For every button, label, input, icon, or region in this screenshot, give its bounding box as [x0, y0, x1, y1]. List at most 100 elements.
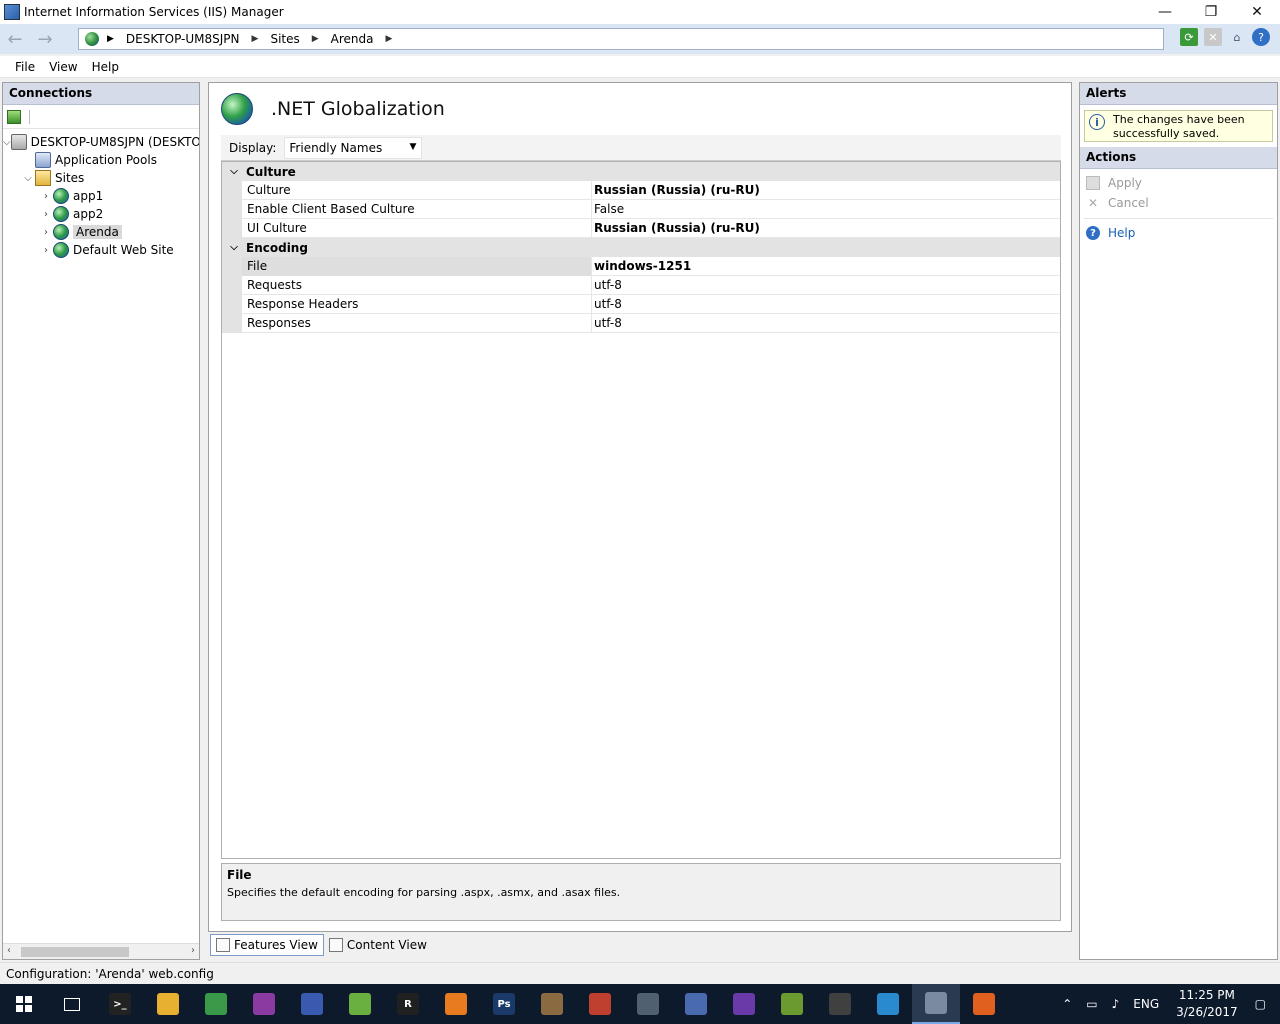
tree-item-app2[interactable]: › app2: [3, 205, 199, 223]
menu-file[interactable]: File: [8, 60, 42, 74]
breadcrumb-label: Sites: [270, 32, 300, 46]
breadcrumb-separator[interactable]: ▶: [107, 34, 114, 44]
close-button[interactable]: ✕: [1234, 0, 1280, 24]
taskbar-app-cmd[interactable]: >_: [96, 984, 144, 1024]
taskbar-app-browser-blue[interactable]: [864, 984, 912, 1024]
horizontal-scrollbar[interactable]: ‹ ›: [3, 943, 199, 959]
property-value[interactable]: windows-1251: [592, 259, 691, 273]
help-action[interactable]: ? Help: [1080, 223, 1277, 243]
expand-icon[interactable]: ›: [39, 227, 53, 238]
chevron-right-icon[interactable]: ▶: [252, 34, 259, 44]
property-row[interactable]: Responses utf-8: [222, 313, 1060, 333]
tab-features-view[interactable]: Features View: [210, 934, 324, 956]
display-label: Display:: [229, 140, 277, 155]
taskbar-app-infinity[interactable]: [672, 984, 720, 1024]
property-row[interactable]: Requests utf-8: [222, 275, 1060, 295]
menu-view[interactable]: View: [42, 60, 84, 74]
stop-icon[interactable]: ✕: [1204, 28, 1222, 46]
taskbar-app-blender[interactable]: [432, 984, 480, 1024]
collapse-icon[interactable]: ⌵: [222, 166, 246, 177]
taskbar-app-visual-studio[interactable]: [720, 984, 768, 1024]
collapse-icon[interactable]: ⌵: [222, 242, 246, 253]
taskbar-app-calendar[interactable]: [816, 984, 864, 1024]
taskbar-app-notepad[interactable]: [288, 984, 336, 1024]
expand-icon[interactable]: ›: [39, 191, 53, 202]
taskbar-app-tools[interactable]: [624, 984, 672, 1024]
property-row[interactable]: Response Headers utf-8: [222, 294, 1060, 314]
group-culture[interactable]: ⌵ Culture: [222, 162, 1060, 181]
menu-bar: File View Help: [0, 56, 1280, 78]
property-value[interactable]: utf-8: [592, 278, 622, 292]
taskbar-app-notepad-plus[interactable]: [336, 984, 384, 1024]
property-value[interactable]: Russian (Russia) (ru-RU): [592, 183, 760, 197]
tree-item-default-web-site[interactable]: › Default Web Site: [3, 241, 199, 259]
property-row[interactable]: Culture Russian (Russia) (ru-RU): [222, 180, 1060, 200]
apply-label: Apply: [1108, 176, 1142, 190]
group-encoding[interactable]: ⌵ Encoding: [222, 238, 1060, 257]
taskbar-app-explorer[interactable]: [144, 984, 192, 1024]
scrollbar-thumb[interactable]: [21, 947, 129, 957]
taskbar-app-gimp[interactable]: [528, 984, 576, 1024]
volume-icon[interactable]: ♪: [1112, 997, 1120, 1011]
apply-action[interactable]: Apply: [1080, 173, 1277, 193]
collapse-icon[interactable]: ⌵: [21, 173, 35, 184]
language-indicator[interactable]: ENG: [1133, 997, 1159, 1011]
property-value[interactable]: False: [592, 202, 624, 216]
expand-icon[interactable]: ›: [39, 245, 53, 256]
notifications-icon[interactable]: ▢: [1255, 997, 1266, 1011]
display-select[interactable]: Friendly Names ▼: [284, 136, 423, 159]
collapse-icon[interactable]: ⌵: [3, 137, 11, 148]
property-row-selected[interactable]: File windows-1251: [222, 256, 1060, 276]
restore-button[interactable]: ❐: [1188, 0, 1234, 24]
taskbar-app-chrome[interactable]: [192, 984, 240, 1024]
taskbar-app-iis-manager[interactable]: [912, 984, 960, 1024]
taskbar-apps: >_ R Ps: [96, 984, 1008, 1024]
chrome-icon: [205, 993, 227, 1015]
connections-toolbar: [3, 105, 199, 129]
chevron-right-icon[interactable]: ▶: [312, 34, 319, 44]
chevron-right-icon[interactable]: ▶: [386, 34, 393, 44]
chevron-up-icon[interactable]: ⌃: [1062, 997, 1072, 1011]
property-name: Culture: [242, 180, 592, 200]
cancel-action[interactable]: ✕ Cancel: [1080, 193, 1277, 213]
minimize-button[interactable]: —: [1142, 0, 1188, 24]
cancel-label: Cancel: [1108, 196, 1149, 210]
clock[interactable]: 11:25 PM 3/26/2017: [1176, 987, 1238, 1021]
taskbar-app-firefox[interactable]: [960, 984, 1008, 1024]
refresh-icon[interactable]: ⟳: [1180, 28, 1198, 46]
scroll-left-icon[interactable]: ‹: [7, 945, 11, 956]
tree-item-sites[interactable]: ⌵ Sites: [3, 169, 199, 187]
tree-item-server[interactable]: ⌵ DESKTOP-UM8SJPN (DESKTOP-UM8SJPN\user): [3, 133, 199, 151]
globe-icon: [53, 206, 69, 222]
scroll-right-icon[interactable]: ›: [191, 945, 195, 956]
breadcrumb-arenda[interactable]: Arenda ▶: [331, 32, 405, 46]
property-value[interactable]: utf-8: [592, 316, 622, 330]
taskbar-app-app-flame[interactable]: [576, 984, 624, 1024]
address-bar[interactable]: ▶ DESKTOP-UM8SJPN ▶ Sites ▶ Arenda ▶: [78, 28, 1164, 50]
breadcrumb-sites[interactable]: Sites ▶: [270, 32, 330, 46]
tab-content-view[interactable]: Content View: [324, 934, 432, 956]
breadcrumb-server[interactable]: DESKTOP-UM8SJPN ▶: [126, 32, 271, 46]
network-icon[interactable]: ▭: [1086, 997, 1097, 1011]
tree-item-app-pools[interactable]: Application Pools: [3, 151, 199, 169]
tree-item-arenda[interactable]: › Arenda: [3, 223, 199, 241]
menu-help[interactable]: Help: [85, 60, 126, 74]
expand-icon[interactable]: ›: [39, 209, 53, 220]
property-row[interactable]: Enable Client Based Culture False: [222, 199, 1060, 219]
create-connection-icon[interactable]: [7, 109, 21, 124]
start-button[interactable]: [0, 984, 48, 1024]
rider-icon: R: [397, 993, 419, 1015]
forward-button[interactable]: →: [30, 25, 60, 53]
property-value[interactable]: Russian (Russia) (ru-RU): [592, 221, 760, 235]
task-view-button[interactable]: [48, 984, 96, 1024]
tree-item-app1[interactable]: › app1: [3, 187, 199, 205]
back-button[interactable]: ←: [0, 25, 30, 53]
property-value[interactable]: utf-8: [592, 297, 622, 311]
taskbar-app-winrar[interactable]: [240, 984, 288, 1024]
home-icon[interactable]: ⌂: [1228, 28, 1246, 46]
taskbar-app-vmware[interactable]: [768, 984, 816, 1024]
property-row[interactable]: UI Culture Russian (Russia) (ru-RU): [222, 218, 1060, 238]
help-icon[interactable]: ?: [1252, 28, 1270, 46]
taskbar-app-rider[interactable]: R: [384, 984, 432, 1024]
taskbar-app-photoshop[interactable]: Ps: [480, 984, 528, 1024]
